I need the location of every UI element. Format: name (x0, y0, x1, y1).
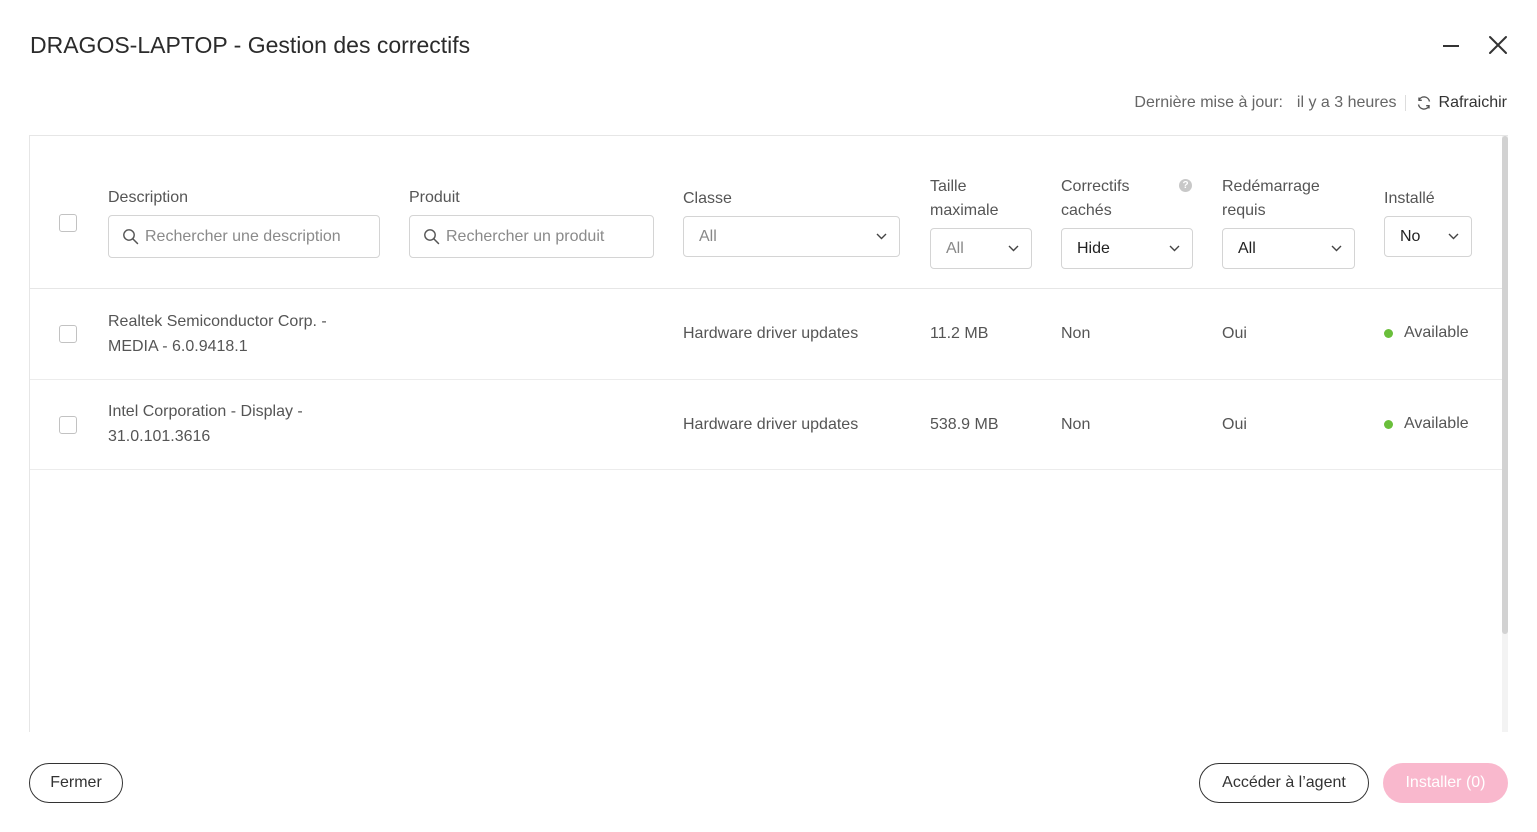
row-class: Hardware driver updates (683, 416, 859, 433)
status-badge: Available (1384, 415, 1469, 433)
chevron-down-icon (1008, 245, 1019, 252)
product-search-input[interactable] (446, 227, 653, 246)
row-size: 11.2 MB (930, 325, 989, 342)
row-description: Realtek Semiconductor Corp. - MEDIA - 6.… (108, 313, 327, 355)
chevron-down-icon (1331, 245, 1342, 252)
product-search[interactable] (409, 215, 654, 258)
dialog-title: DRAGOS-LAPTOP - Gestion des correctifs (30, 32, 471, 58)
last-update-label: Dernière mise à jour: (1134, 94, 1283, 111)
divider (1404, 95, 1406, 111)
close-icon[interactable] (1484, 31, 1512, 59)
status-dot (1384, 419, 1393, 429)
row-description: Intel Corporation - Display - 31.0.101.3… (108, 403, 303, 445)
chevron-down-icon (1448, 233, 1459, 240)
row-checkbox[interactable] (59, 416, 77, 434)
refresh-icon (1417, 96, 1430, 110)
class-select-value: All (699, 227, 717, 245)
row-hidden: Non (1061, 325, 1091, 342)
row-hidden: Non (1061, 416, 1091, 433)
column-max-size-label: Taille maximale (930, 178, 999, 219)
help-icon[interactable]: ? (1179, 179, 1192, 192)
row-reboot: Oui (1222, 416, 1247, 433)
max-size-select-value: All (946, 239, 964, 257)
status-dot (1384, 328, 1393, 338)
last-update-value: il y a 3 heures (1296, 94, 1397, 111)
row-divider (30, 379, 1502, 380)
hidden-select-value: Hide (1077, 239, 1110, 257)
row-reboot: Oui (1222, 325, 1247, 342)
column-installed-label: Installé (1384, 190, 1435, 207)
last-update-bar: Dernière mise à jour: il y a 3 heures Ra… (1134, 94, 1507, 112)
scrollbar-thumb[interactable] (1502, 136, 1508, 634)
header-divider (30, 288, 1502, 289)
refresh-button[interactable]: Rafraichir (1416, 94, 1507, 112)
row-divider (30, 469, 1502, 470)
select-all-checkbox[interactable] (59, 214, 77, 232)
install-button[interactable]: Installer (0) (1383, 763, 1508, 803)
installed-select-value: No (1400, 227, 1421, 245)
column-description-label: Description (108, 189, 189, 206)
reboot-select[interactable]: All (1222, 228, 1355, 269)
max-size-select[interactable]: All (930, 228, 1032, 269)
row-size: 538.9 MB (930, 416, 999, 433)
hidden-select[interactable]: Hide (1061, 228, 1193, 269)
description-search-input[interactable] (145, 227, 379, 246)
installed-select[interactable]: No (1384, 216, 1472, 257)
search-icon (123, 229, 139, 245)
row-checkbox[interactable] (59, 325, 77, 343)
class-select[interactable]: All (683, 216, 900, 257)
close-button[interactable]: Fermer (29, 763, 123, 803)
reboot-select-value: All (1238, 239, 1256, 257)
chevron-down-icon (1169, 245, 1180, 252)
column-class-label: Classe (683, 190, 732, 207)
refresh-label: Rafraichir (1438, 94, 1507, 111)
open-agent-button[interactable]: Accéder à l’agent (1199, 763, 1369, 803)
column-product-label: Produit (409, 189, 460, 206)
column-hidden-label: Correctifs cachés (1061, 178, 1130, 219)
column-reboot-label: Redémarrage requis (1222, 178, 1320, 219)
status-badge: Available (1384, 324, 1469, 342)
chevron-down-icon (876, 233, 887, 240)
description-search[interactable] (108, 215, 380, 258)
minimize-icon[interactable] (1440, 30, 1462, 60)
row-class: Hardware driver updates (683, 325, 859, 342)
search-icon (424, 229, 440, 245)
